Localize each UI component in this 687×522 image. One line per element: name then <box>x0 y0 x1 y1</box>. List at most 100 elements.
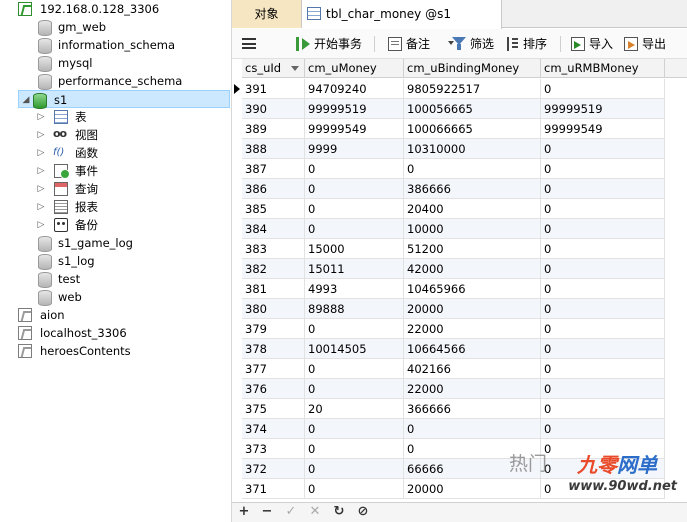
table-cell[interactable]: 390 <box>242 99 305 119</box>
row-marker[interactable] <box>232 459 242 479</box>
tree-item[interactable]: aion <box>0 306 230 324</box>
table-cell[interactable]: 376 <box>242 379 305 399</box>
row-marker[interactable] <box>232 319 242 339</box>
current-row-indicator-icon[interactable] <box>232 79 242 99</box>
tree-item[interactable]: ▷ 视图 <box>0 125 230 144</box>
table-row[interactable]: 378 10014505 10664566 0 <box>232 339 687 359</box>
sort-descending-icon[interactable] <box>291 66 299 71</box>
delete-record-button[interactable]: − <box>260 505 274 519</box>
table-cell[interactable]: 0 <box>305 359 404 379</box>
refresh-button[interactable]: ↻ <box>332 505 346 519</box>
table-cell[interactable]: 0 <box>305 219 404 239</box>
table-cell[interactable]: 389 <box>242 119 305 139</box>
tree-item[interactable]: heroesContents <box>0 342 230 360</box>
tab-objects[interactable]: 对象 <box>232 0 302 28</box>
table-cell[interactable]: 4993 <box>305 279 404 299</box>
table-cell[interactable]: 0 <box>541 279 665 299</box>
tree-item[interactable]: ▷ 查询 <box>0 180 230 198</box>
tree-item[interactable]: 192.168.0.128_3306 <box>0 0 230 18</box>
table-row[interactable]: 376 0 22000 0 <box>232 379 687 399</box>
table-cell[interactable]: 10310000 <box>404 139 541 159</box>
table-cell[interactable]: 0 <box>541 399 665 419</box>
table-cell[interactable]: 385 <box>242 199 305 219</box>
table-row[interactable]: 377 0 402166 0 <box>232 359 687 379</box>
tree-item[interactable]: web <box>0 288 230 306</box>
column-header[interactable]: cm_uRMBMoney <box>541 59 665 78</box>
table-row[interactable]: 387 0 0 0 <box>232 159 687 179</box>
table-cell[interactable]: 384 <box>242 219 305 239</box>
table-cell[interactable]: 22000 <box>404 379 541 399</box>
table-cell[interactable]: 99999519 <box>305 99 404 119</box>
table-cell[interactable]: 89888 <box>305 299 404 319</box>
table-row[interactable]: 374 0 0 0 <box>232 419 687 439</box>
table-row[interactable]: 379 0 22000 0 <box>232 319 687 339</box>
table-cell[interactable]: 387 <box>242 159 305 179</box>
tree-item[interactable]: ▷ 报表 <box>0 198 230 216</box>
row-marker[interactable] <box>232 379 242 399</box>
row-marker[interactable] <box>232 259 242 279</box>
tree-item[interactable]: ▷ 事件 <box>0 162 230 180</box>
table-row[interactable]: 375 20 366666 0 <box>232 399 687 419</box>
table-cell[interactable]: 20 <box>305 399 404 419</box>
tree-item[interactable]: ▷ 表 <box>0 108 230 126</box>
table-cell[interactable]: 379 <box>242 319 305 339</box>
menu-button[interactable] <box>236 34 262 54</box>
row-marker[interactable] <box>232 199 242 219</box>
table-cell[interactable]: 99999549 <box>541 119 665 139</box>
table-cell[interactable]: 0 <box>305 179 404 199</box>
table-cell[interactable]: 0 <box>541 419 665 439</box>
collapse-arrow-icon[interactable]: ◢ <box>21 91 31 109</box>
table-row[interactable]: 382 15011 42000 0 <box>232 259 687 279</box>
table-cell[interactable]: 20400 <box>404 199 541 219</box>
table-cell[interactable]: 0 <box>541 359 665 379</box>
row-marker[interactable] <box>232 399 242 419</box>
row-marker[interactable] <box>232 339 242 359</box>
row-marker[interactable] <box>232 99 242 119</box>
expand-arrow-icon[interactable]: ▷ <box>36 144 46 162</box>
table-cell[interactable]: 9999 <box>305 139 404 159</box>
table-row[interactable]: 390 99999519 100056665 99999519 <box>232 99 687 119</box>
table-row[interactable]: 388 9999 10310000 0 <box>232 139 687 159</box>
tree-item[interactable]: information_schema <box>0 36 230 54</box>
table-cell[interactable]: 0 <box>541 79 665 99</box>
table-cell[interactable]: 0 <box>305 199 404 219</box>
table-cell[interactable]: 10664566 <box>404 339 541 359</box>
table-cell[interactable]: 383 <box>242 239 305 259</box>
table-row[interactable]: 391 94709240 9805922517 0 <box>232 79 687 99</box>
discard-changes-button[interactable]: ✕ <box>308 505 322 519</box>
table-cell[interactable]: 0 <box>541 299 665 319</box>
table-row[interactable]: 385 0 20400 0 <box>232 199 687 219</box>
table-cell[interactable]: 15000 <box>305 239 404 259</box>
table-cell[interactable]: 100066665 <box>404 119 541 139</box>
row-marker[interactable] <box>232 359 242 379</box>
column-header[interactable]: cs_uId <box>242 59 305 78</box>
table-cell[interactable]: 388 <box>242 139 305 159</box>
row-marker[interactable] <box>232 239 242 259</box>
table-cell[interactable]: 15011 <box>305 259 404 279</box>
table-cell[interactable]: 0 <box>305 419 404 439</box>
table-cell[interactable]: 20000 <box>404 299 541 319</box>
row-marker[interactable] <box>232 179 242 199</box>
table-cell[interactable]: 10465966 <box>404 279 541 299</box>
table-cell[interactable]: 402166 <box>404 359 541 379</box>
table-cell[interactable]: 0 <box>541 339 665 359</box>
table-cell[interactable]: 22000 <box>404 319 541 339</box>
table-cell[interactable]: 373 <box>242 439 305 459</box>
table-cell[interactable]: 374 <box>242 419 305 439</box>
table-row[interactable]: 383 15000 51200 0 <box>232 239 687 259</box>
table-cell[interactable]: 0 <box>541 159 665 179</box>
tab-table-data[interactable]: tbl_char_money @s1 (192.168.... <box>302 0 502 49</box>
table-row[interactable]: 380 89888 20000 0 <box>232 299 687 319</box>
table-cell[interactable]: 0 <box>541 259 665 279</box>
column-header[interactable]: cm_uBindingMoney <box>404 59 541 78</box>
table-row[interactable]: 381 4993 10465966 0 <box>232 279 687 299</box>
note-button[interactable]: 备注 <box>388 34 454 54</box>
sort-button[interactable]: 排序 <box>505 34 557 54</box>
table-row[interactable]: 389 99999549 100066665 99999549 <box>232 119 687 139</box>
table-cell[interactable]: 386 <box>242 179 305 199</box>
import-button[interactable]: 导入 <box>571 34 621 54</box>
expand-arrow-icon[interactable]: ▷ <box>36 108 46 126</box>
table-cell[interactable]: 375 <box>242 399 305 419</box>
table-cell[interactable]: 0 <box>305 319 404 339</box>
tree-item[interactable]: test <box>0 270 230 288</box>
